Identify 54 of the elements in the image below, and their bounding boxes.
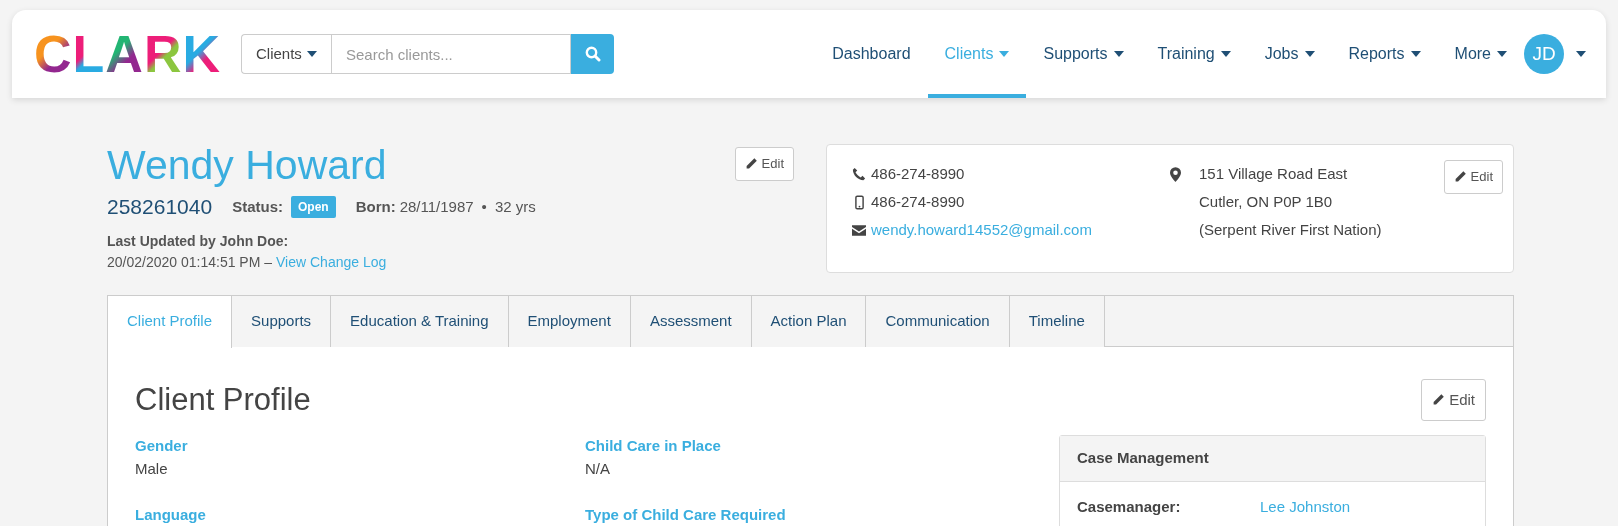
section-title: Client Profile bbox=[135, 380, 311, 419]
nav-link[interactable]: Dashboard bbox=[815, 10, 928, 98]
search-field[interactable]: Search clients... bbox=[331, 34, 571, 74]
envelope-icon bbox=[852, 224, 866, 236]
field-label: Gender bbox=[135, 436, 189, 457]
born-label: Born: bbox=[355, 196, 396, 217]
pencil-icon bbox=[744, 157, 758, 171]
address-line: Cutler, ON P0P 1B0 bbox=[1199, 192, 1334, 212]
field-label: Casemanager: bbox=[1077, 496, 1182, 517]
separator-dot: • bbox=[481, 196, 487, 217]
edit-button[interactable]: Edit bbox=[1443, 160, 1503, 194]
clark-logo: CLARK bbox=[34, 28, 221, 80]
status-label: Status: bbox=[232, 196, 283, 217]
nav-link[interactable]: Training bbox=[1140, 10, 1248, 98]
status-badge: Open bbox=[290, 195, 336, 218]
tab[interactable]: Timeline bbox=[1009, 295, 1105, 347]
tab[interactable]: Education & Training bbox=[331, 295, 509, 347]
nav-link[interactable]: More bbox=[1437, 10, 1524, 98]
mobile-phone-icon bbox=[854, 194, 864, 210]
nav-link[interactable]: Jobs bbox=[1247, 10, 1332, 98]
phone-number: 486-274-8990 bbox=[871, 164, 965, 184]
tab[interactable]: Supports bbox=[232, 295, 332, 347]
field-value: N/A bbox=[585, 458, 611, 479]
phone-icon bbox=[852, 167, 866, 181]
updated-timestamp: 20/02/2020 01:14:51 PM – bbox=[107, 252, 273, 272]
age-text: 32 yrs bbox=[494, 196, 536, 217]
tab[interactable]: Action Plan bbox=[751, 295, 867, 347]
map-pin-icon bbox=[1169, 167, 1181, 182]
nav-link[interactable]: Reports bbox=[1331, 10, 1438, 98]
birth-date: 28/11/1987 bbox=[399, 196, 474, 217]
search-button[interactable] bbox=[571, 34, 614, 74]
caret-icon bbox=[1576, 51, 1586, 57]
tab[interactable]: Employment bbox=[508, 295, 631, 347]
search-scope-dropdown[interactable]: Clients bbox=[241, 34, 331, 74]
card-header: Case Management bbox=[1060, 436, 1485, 482]
pencil-icon bbox=[1453, 170, 1467, 184]
pencil-icon bbox=[1432, 393, 1446, 407]
field-value: Male bbox=[135, 458, 169, 479]
search-icon bbox=[584, 46, 601, 62]
address-line: 151 Village Road East bbox=[1199, 164, 1349, 184]
last-updated-label: Last Updated by John Doe: bbox=[107, 231, 290, 251]
edit-button[interactable]: Edit bbox=[1421, 378, 1486, 422]
tab[interactable]: Assessment bbox=[630, 295, 752, 347]
nav-link[interactable]: Supports bbox=[1026, 10, 1141, 98]
field-label: Child Care in Place bbox=[585, 436, 722, 457]
edit-button[interactable]: Edit bbox=[734, 147, 794, 181]
client-id: 258261040 bbox=[107, 194, 213, 221]
field-label: Language bbox=[135, 505, 207, 526]
address-line: (Serpent River First Nation) bbox=[1199, 220, 1382, 240]
mobile-number: 486-274-8990 bbox=[871, 192, 965, 212]
caret-icon bbox=[307, 51, 317, 57]
client-name: Wendy Howard bbox=[107, 144, 388, 188]
field-label: Type of Child Care Required bbox=[585, 505, 787, 526]
tab[interactable]: Communication bbox=[866, 295, 1010, 347]
